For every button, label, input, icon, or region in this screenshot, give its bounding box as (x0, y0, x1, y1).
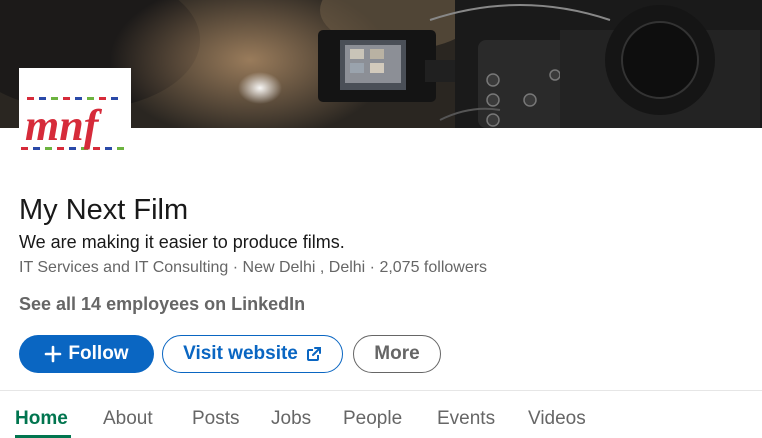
company-name: My Next Film (19, 194, 189, 226)
more-button[interactable]: More (353, 335, 441, 373)
tab-videos[interactable]: Videos (528, 408, 586, 430)
tab-posts[interactable]: Posts (192, 408, 240, 430)
see-employees-link[interactable]: See all 14 employees on LinkedIn (19, 294, 305, 315)
more-label: More (374, 343, 420, 364)
tab-events[interactable]: Events (437, 408, 495, 430)
company-tagline: We are making it easier to produce films… (19, 232, 345, 252)
follow-button[interactable]: Follow (19, 335, 154, 373)
visit-website-button[interactable]: Visit website (162, 335, 343, 373)
logo-text: mnf (25, 101, 103, 150)
plus-icon (44, 345, 62, 363)
tab-jobs[interactable]: Jobs (271, 408, 311, 430)
company-meta: IT Services and IT Consulting · New Delh… (19, 259, 488, 276)
visit-website-label: Visit website (183, 343, 298, 364)
company-tabs: Home About Posts Jobs People Events Vide… (0, 391, 762, 438)
company-logo[interactable]: mnf (19, 68, 131, 158)
tab-home[interactable]: Home (15, 408, 68, 430)
tab-about[interactable]: About (103, 408, 153, 430)
follow-label: Follow (68, 343, 129, 364)
mnf-logo: mnf (21, 97, 124, 150)
logo-dots-top (27, 97, 118, 100)
tab-people[interactable]: People (343, 408, 402, 430)
external-link-icon (306, 346, 322, 362)
